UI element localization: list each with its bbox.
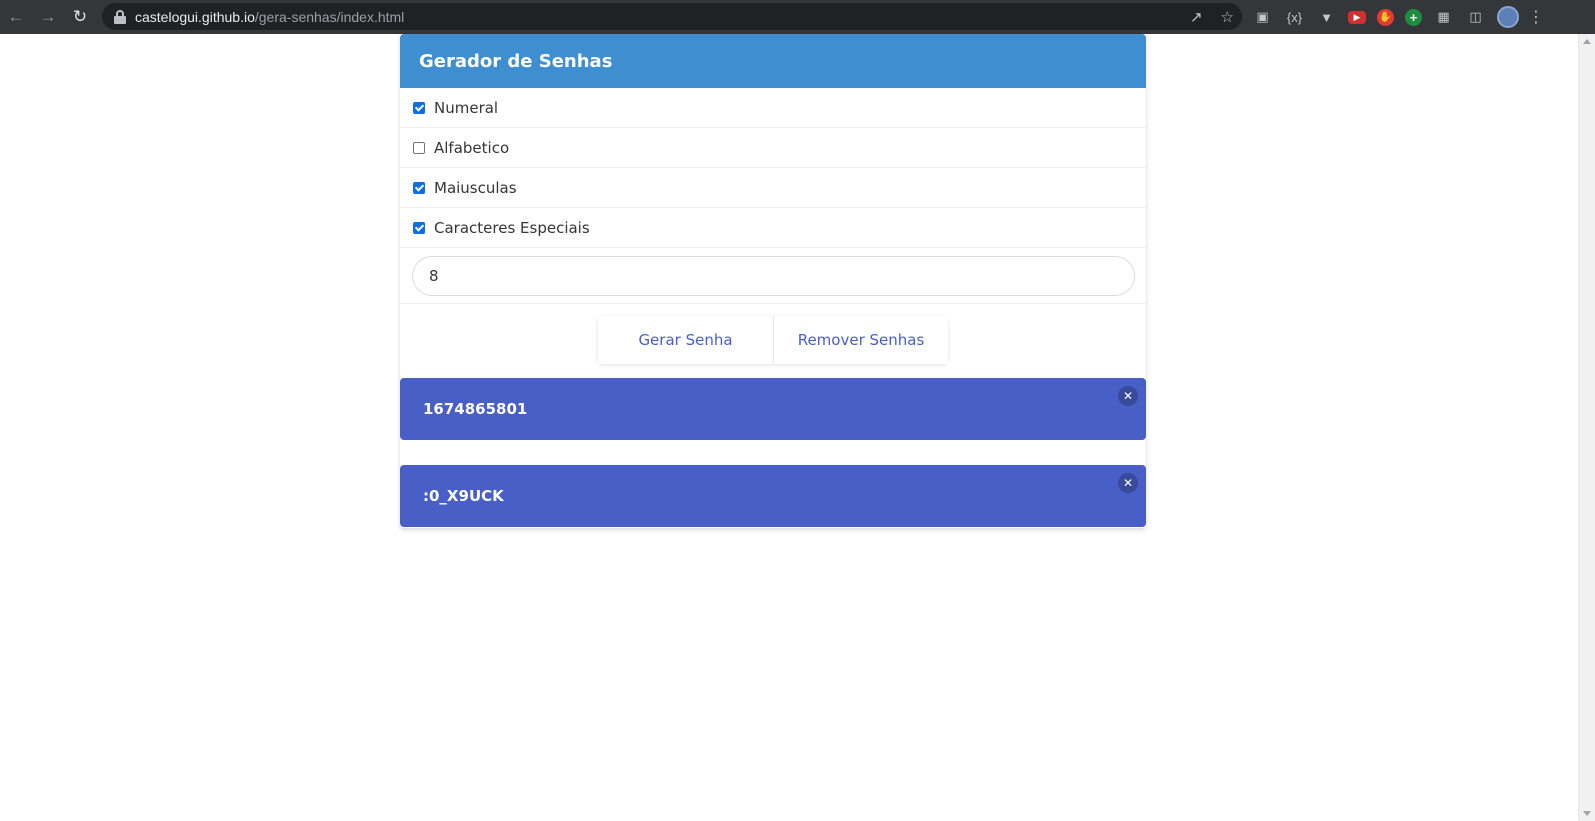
- url-host: castelogui.github.io: [135, 8, 255, 25]
- option-numeral[interactable]: Numeral: [400, 88, 1146, 128]
- video-extension-icon[interactable]: ▶: [1348, 10, 1366, 24]
- generate-password-button[interactable]: Gerar Senha: [598, 316, 773, 364]
- password-notification: :0_X9UCK ✕: [400, 465, 1146, 527]
- option-caracteres-especiais[interactable]: Caracteres Especiais: [400, 208, 1146, 248]
- caracteres-especiais-checkbox[interactable]: [413, 221, 425, 234]
- button-group: Gerar Senha Remover Senhas: [598, 316, 948, 364]
- menu-kebab-icon[interactable]: ⋮: [1528, 7, 1544, 27]
- bookmark-star-icon[interactable]: ☆: [1221, 8, 1234, 26]
- adblock-hand-icon[interactable]: ✋: [1377, 8, 1394, 26]
- password-value: 1674865801: [423, 400, 528, 418]
- share-icon[interactable]: ↗: [1190, 8, 1203, 26]
- url-path: /gera-senhas/index.html: [254, 8, 405, 25]
- add-extension-icon[interactable]: +: [1405, 8, 1422, 26]
- forward-arrow-icon[interactable]: →: [32, 0, 64, 34]
- page-scrollbar[interactable]: [1578, 34, 1595, 821]
- extension-bracket-icon[interactable]: {x}: [1284, 7, 1305, 28]
- maiusculas-checkbox[interactable]: [413, 181, 425, 194]
- address-bar[interactable]: castelogui.github.io/gera-senhas/index.h…: [102, 3, 1242, 30]
- profile-avatar[interactable]: [1497, 6, 1519, 28]
- password-length-input[interactable]: [412, 256, 1135, 296]
- extensions-puzzle-icon[interactable]: ▦: [1433, 7, 1454, 28]
- back-arrow-icon[interactable]: ←: [0, 0, 32, 34]
- password-generator-card: Gerador de Senhas Numeral Alfabetico Mai…: [400, 34, 1146, 528]
- length-row: [400, 248, 1146, 304]
- option-label: Caracteres Especiais: [434, 218, 590, 237]
- option-alfabetico[interactable]: Alfabetico: [400, 128, 1146, 168]
- close-icon[interactable]: ✕: [1118, 473, 1138, 493]
- numeral-checkbox[interactable]: [413, 101, 425, 114]
- remove-passwords-button[interactable]: Remover Senhas: [773, 316, 948, 364]
- reload-icon[interactable]: ↻: [64, 0, 96, 34]
- alfabetico-checkbox[interactable]: [413, 141, 425, 154]
- vue-devtools-icon[interactable]: ▼: [1316, 7, 1337, 28]
- option-label: Alfabetico: [434, 138, 510, 157]
- password-notification: 1674865801 ✕: [400, 378, 1146, 440]
- lock-icon: [114, 9, 126, 24]
- scroll-up-icon[interactable]: [1583, 39, 1591, 44]
- actions-row: Gerar Senha Remover Senhas: [400, 304, 1146, 378]
- card-title: Gerador de Senhas: [400, 34, 1146, 88]
- option-maiusculas[interactable]: Maiusculas: [400, 168, 1146, 208]
- side-panel-icon[interactable]: ◫: [1465, 7, 1486, 28]
- option-label: Maiusculas: [434, 178, 517, 197]
- browser-toolbar: ← → ↻ castelogui.github.io/gera-senhas/i…: [0, 0, 1595, 34]
- scroll-down-icon[interactable]: [1583, 811, 1591, 816]
- tab-search-icon[interactable]: ▣: [1252, 7, 1273, 28]
- close-icon[interactable]: ✕: [1118, 386, 1138, 406]
- option-label: Numeral: [434, 98, 499, 117]
- password-value: :0_X9UCK: [423, 487, 504, 505]
